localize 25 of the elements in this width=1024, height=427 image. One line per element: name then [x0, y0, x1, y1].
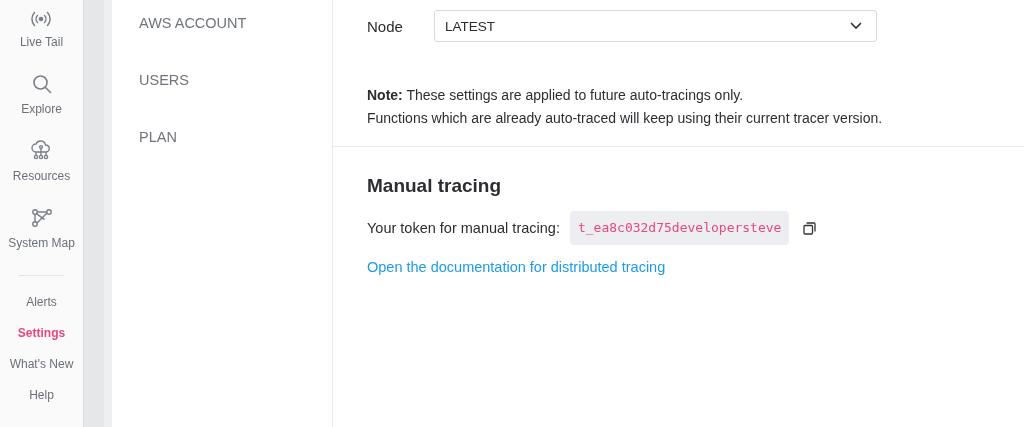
documentation-link[interactable]: Open the documentation for distributed tracing: [367, 259, 666, 275]
broadcast-icon: [30, 11, 53, 27]
note-text: Functions which are already auto-traced will keep using their current tracer version.: [367, 109, 884, 128]
section-title: Manual tracing: [367, 175, 502, 197]
note-text: Note: These settings are applied to future auto-tracings only.: [367, 86, 745, 105]
nav-item[interactable]: Live Tail: [19, 0, 64, 50]
graph-icon: [30, 208, 53, 228]
nav-item[interactable]: Resources: [12, 117, 71, 184]
copy-icon[interactable]: [803, 221, 817, 235]
nav-item[interactable]: System Map: [8, 184, 75, 251]
token-value: t_ea8c032d75developersteve: [569, 211, 790, 245]
nav-item[interactable]: What's New: [9, 349, 74, 380]
settings-menu-item[interactable]: AWS ACCOUNT: [139, 14, 332, 71]
nav-item[interactable]: Settings: [17, 318, 66, 349]
settings-menu-item[interactable]: USERS: [139, 71, 332, 128]
node-dropdown[interactable]: LATEST: [434, 10, 877, 42]
nav-item[interactable]: Alerts: [26, 287, 57, 318]
token-label: Your token for manual tracing:: [367, 220, 560, 236]
chevron-down-icon: [850, 22, 862, 30]
nav-item[interactable]: Explore: [21, 50, 62, 117]
field-label: Node: [367, 17, 404, 35]
search-icon: [31, 74, 52, 94]
nav-item[interactable]: Help: [29, 380, 54, 411]
cloud-network-icon: [30, 139, 53, 161]
settings-menu-item[interactable]: PLAN: [139, 128, 332, 185]
